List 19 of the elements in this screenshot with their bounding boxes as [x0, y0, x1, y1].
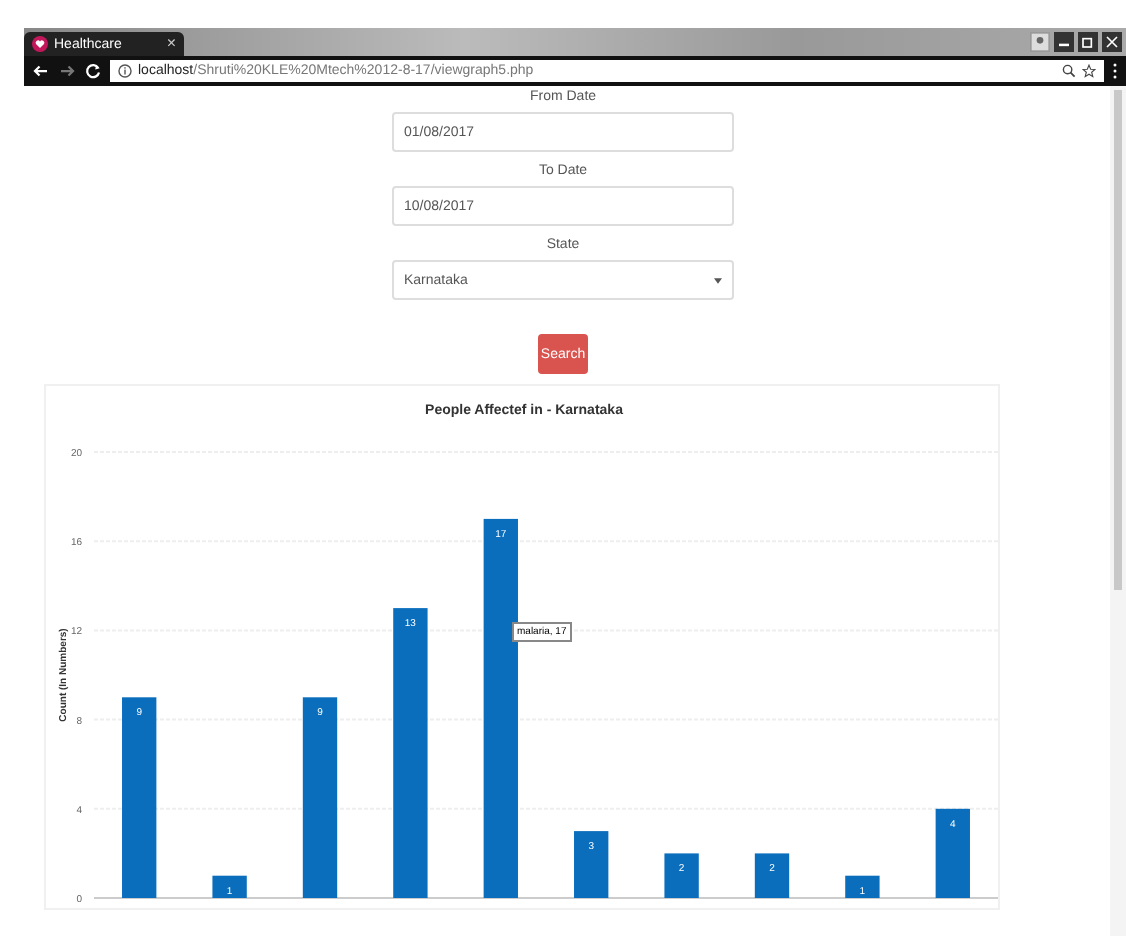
restore-icon[interactable]: [1078, 32, 1098, 52]
info-icon: [118, 64, 132, 78]
back-icon[interactable]: [32, 62, 50, 80]
reload-icon[interactable]: [84, 62, 102, 80]
bar: [573, 831, 608, 898]
close-icon[interactable]: [1102, 32, 1122, 52]
bar: [753, 853, 789, 898]
star-icon[interactable]: [1082, 64, 1096, 78]
bar: [844, 875, 879, 898]
bar: [211, 875, 246, 898]
close-icon[interactable]: ×: [166, 36, 176, 52]
forward-icon[interactable]: [58, 62, 76, 80]
bar: [663, 853, 698, 898]
zoom-icon[interactable]: [1062, 64, 1076, 78]
menu-icon[interactable]: [1112, 62, 1118, 80]
heart-icon: [32, 36, 48, 52]
bar: [934, 808, 969, 898]
minimize-icon[interactable]: [1054, 32, 1074, 52]
caret-icon: [714, 277, 722, 283]
